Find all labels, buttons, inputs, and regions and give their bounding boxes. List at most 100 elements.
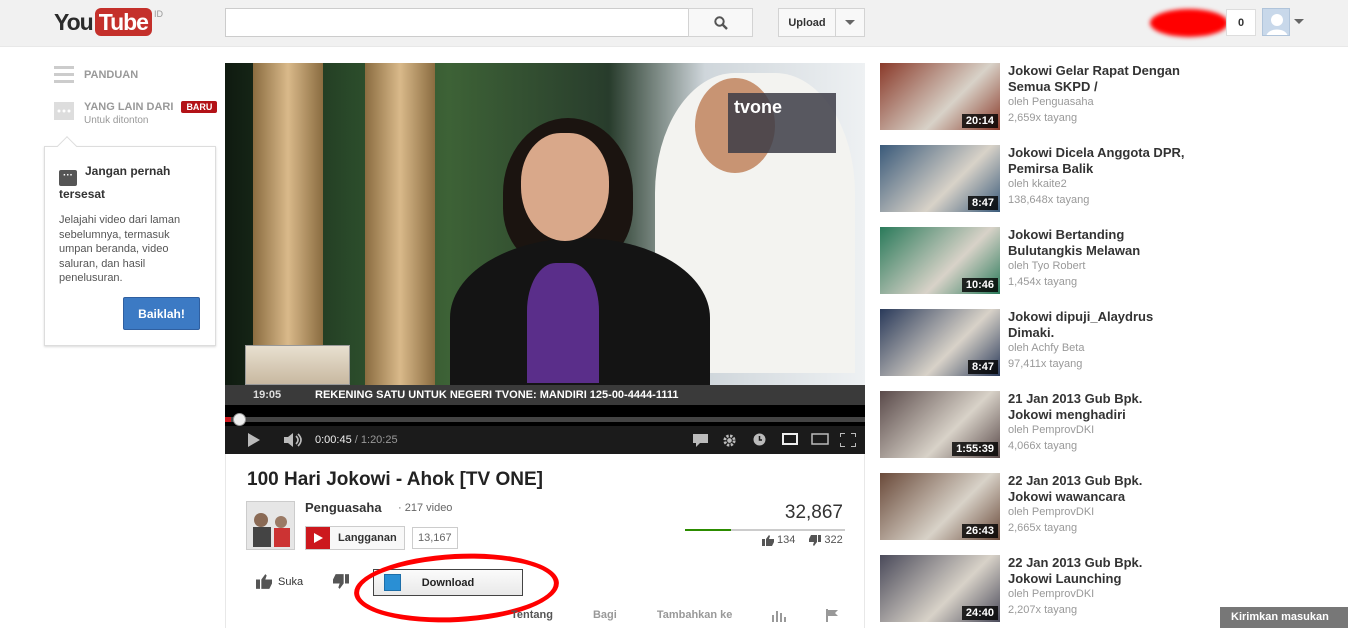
video-scene-pillar	[365, 63, 435, 385]
reco-thumbnail[interactable]: 1:55:39	[880, 391, 1000, 458]
reco-thumbnail[interactable]: 8:47	[880, 145, 1000, 212]
thumbs-up-icon	[762, 534, 774, 546]
reco-title[interactable]: 21 Jan 2013 Gub Bpk. Jokowi menghadiri	[1008, 391, 1188, 423]
search-input[interactable]	[225, 8, 688, 37]
reco-item[interactable]: 8:47 Jokowi dipuji_Alaydrus Dimaki. oleh…	[880, 309, 1200, 379]
avatar[interactable]	[1262, 8, 1290, 36]
reco-title[interactable]: Jokowi Gelar Rapat Dengan Semua SKPD /	[1008, 63, 1188, 95]
reco-thumbnail[interactable]: 8:47	[880, 309, 1000, 376]
volume-icon[interactable]	[284, 433, 304, 447]
tooltip-body: Jelajahi video dari laman sebelumnya, te…	[59, 214, 181, 284]
tab-bagi[interactable]: Bagi	[593, 609, 617, 622]
time-display: 0:00:45 / 1:20:25	[315, 434, 398, 446]
reco-thumbnail[interactable]: 24:40	[880, 555, 1000, 622]
upload-dropdown-button[interactable]	[835, 8, 865, 37]
player-controls: 0:00:45 / 1:20:25	[225, 426, 865, 454]
feedback-button[interactable]: Kirimkan masukan	[1220, 607, 1348, 628]
tv-channel-logo: tvone	[728, 93, 836, 153]
reco-owner: oleh PemprovDKI	[1008, 506, 1095, 518]
gear-icon[interactable]	[722, 433, 737, 448]
stats-icon[interactable]	[772, 609, 787, 622]
video-frame[interactable]: tvone	[225, 63, 865, 385]
reco-thumbnail[interactable]: 10:46	[880, 227, 1000, 294]
chevron-down-icon	[845, 20, 855, 25]
subscribe-button[interactable]: Langganan	[305, 526, 405, 550]
guide-tooltip: ··· Jangan pernah tersesat Jelajahi video…	[44, 136, 216, 346]
like-count-group: 134	[762, 534, 795, 546]
video-title: 100 Hari Jokowi - Ahok [TV ONE]	[247, 469, 543, 490]
watch-later-icon[interactable]	[753, 433, 766, 446]
reco-title[interactable]: Jokowi Dicela Anggota DPR, Pemirsa Balik	[1008, 145, 1188, 177]
like-count: 134	[777, 534, 796, 546]
small-player-icon[interactable]	[782, 433, 798, 445]
reco-thumbnail[interactable]: 26:43	[880, 473, 1000, 540]
news-ticker: 19:05 REKENING SATU UNTUK NEGERI TVONE: …	[225, 385, 865, 405]
reco-thumbnail[interactable]: 20:14	[880, 63, 1000, 130]
progress-fill	[225, 417, 232, 422]
captions-icon[interactable]	[693, 433, 709, 447]
like-button[interactable]: Suka	[256, 574, 303, 589]
tooltip-arrow	[57, 136, 77, 156]
redacted-username	[1150, 9, 1228, 37]
video-scene-anchor-shirt	[527, 263, 599, 383]
tab-tambahkan[interactable]: Tambahkan ke	[657, 609, 733, 622]
tooltip-ok-button[interactable]: Baiklah!	[123, 297, 200, 330]
guide-panduan[interactable]: PANDUAN	[54, 64, 138, 84]
reco-title[interactable]: Jokowi dipuji_Alaydrus Dimaki.	[1008, 309, 1188, 341]
reco-duration: 1:55:39	[952, 442, 998, 456]
new-badge: BARU	[181, 101, 218, 113]
tab-tentang[interactable]: Tentang	[511, 609, 553, 622]
reco-item[interactable]: 10:46 Jokowi Bertanding Bulutangkis Mela…	[880, 227, 1200, 297]
reco-duration: 10:46	[961, 278, 998, 292]
reco-title[interactable]: 22 Jan 2013 Gub Bpk. Jokowi Launching	[1008, 555, 1188, 587]
chevron-down-icon	[1294, 19, 1304, 24]
thumbs-down-icon	[333, 574, 349, 589]
progress-scrubber[interactable]	[233, 413, 246, 426]
action-tabs: Tentang Bagi Tambahkan ke	[511, 609, 839, 622]
tooltip-title: ··· Jangan pernah tersesat	[59, 164, 171, 201]
reco-item[interactable]: 8:47 Jokowi Dicela Anggota DPR, Pemirsa …	[880, 145, 1200, 215]
reco-title[interactable]: Jokowi Bertanding Bulutangkis Melawan	[1008, 227, 1188, 259]
reco-views: 2,207x tayang	[1008, 604, 1078, 616]
reco-duration: 26:43	[961, 524, 998, 538]
subscribe-label: Langganan	[338, 532, 397, 544]
guide-yang-lain[interactable]: YANG LAIN DARI BARU Untuk ditonton	[54, 100, 218, 128]
channel-name[interactable]: Penguasaha	[305, 500, 382, 515]
sentiment-bar-likes	[685, 529, 732, 531]
account-dropdown[interactable]	[1294, 19, 1304, 24]
channel-thumbnail-image	[247, 502, 294, 549]
youtube-play-icon	[306, 527, 330, 549]
notification-count[interactable]: 0	[1226, 9, 1256, 36]
reco-views: 138,648x tayang	[1008, 194, 1090, 206]
reco-owner: oleh PemprovDKI	[1008, 424, 1095, 436]
reco-title[interactable]: 22 Jan 2013 Gub Bpk. Jokowi wawancara	[1008, 473, 1188, 505]
sentiment-bar	[685, 529, 845, 531]
subscriber-count: 13,167	[412, 527, 458, 549]
like-label: Suka	[278, 575, 304, 588]
reco-item[interactable]: 20:14 Jokowi Gelar Rapat Dengan Semua SK…	[880, 63, 1200, 133]
upload-button[interactable]: Upload	[778, 8, 836, 37]
watch-metadata: 100 Hari Jokowi - Ahok [TV ONE] Penguasa…	[225, 454, 865, 628]
flag-icon[interactable]	[826, 609, 839, 622]
play-icon[interactable]	[247, 433, 261, 447]
reco-views: 97,411x tayang	[1008, 358, 1083, 370]
ticker-time: 19:05	[253, 389, 282, 401]
reco-duration: 20:14	[961, 114, 998, 128]
youtube-logo[interactable]: You Tube ID	[54, 8, 163, 36]
fullscreen-icon[interactable]	[840, 433, 856, 447]
large-player-icon[interactable]	[811, 433, 829, 445]
reco-owner: oleh kkaite2	[1008, 178, 1067, 190]
reco-owner: oleh Penguasaha	[1008, 96, 1094, 108]
search-button[interactable]	[688, 8, 753, 37]
reco-item[interactable]: 1:55:39 21 Jan 2013 Gub Bpk. Jokowi meng…	[880, 391, 1200, 461]
reco-item[interactable]: 26:43 22 Jan 2013 Gub Bpk. Jokowi wawanc…	[880, 473, 1200, 543]
dislike-count-group: 322	[809, 534, 843, 546]
thumbs-up-icon	[256, 574, 272, 589]
progress-bar[interactable]	[225, 417, 865, 422]
masthead: You Tube ID Upload 0	[0, 0, 1348, 47]
video-player[interactable]: tvone 19:05 REKENING SATU UNTUK NEGERI T…	[225, 63, 865, 454]
channel-thumbnail[interactable]	[246, 501, 295, 550]
dislike-button[interactable]	[333, 574, 349, 594]
logo-region: ID	[153, 9, 163, 19]
reco-item[interactable]: 24:40 22 Jan 2013 Gub Bpk. Jokowi Launch…	[880, 555, 1200, 625]
